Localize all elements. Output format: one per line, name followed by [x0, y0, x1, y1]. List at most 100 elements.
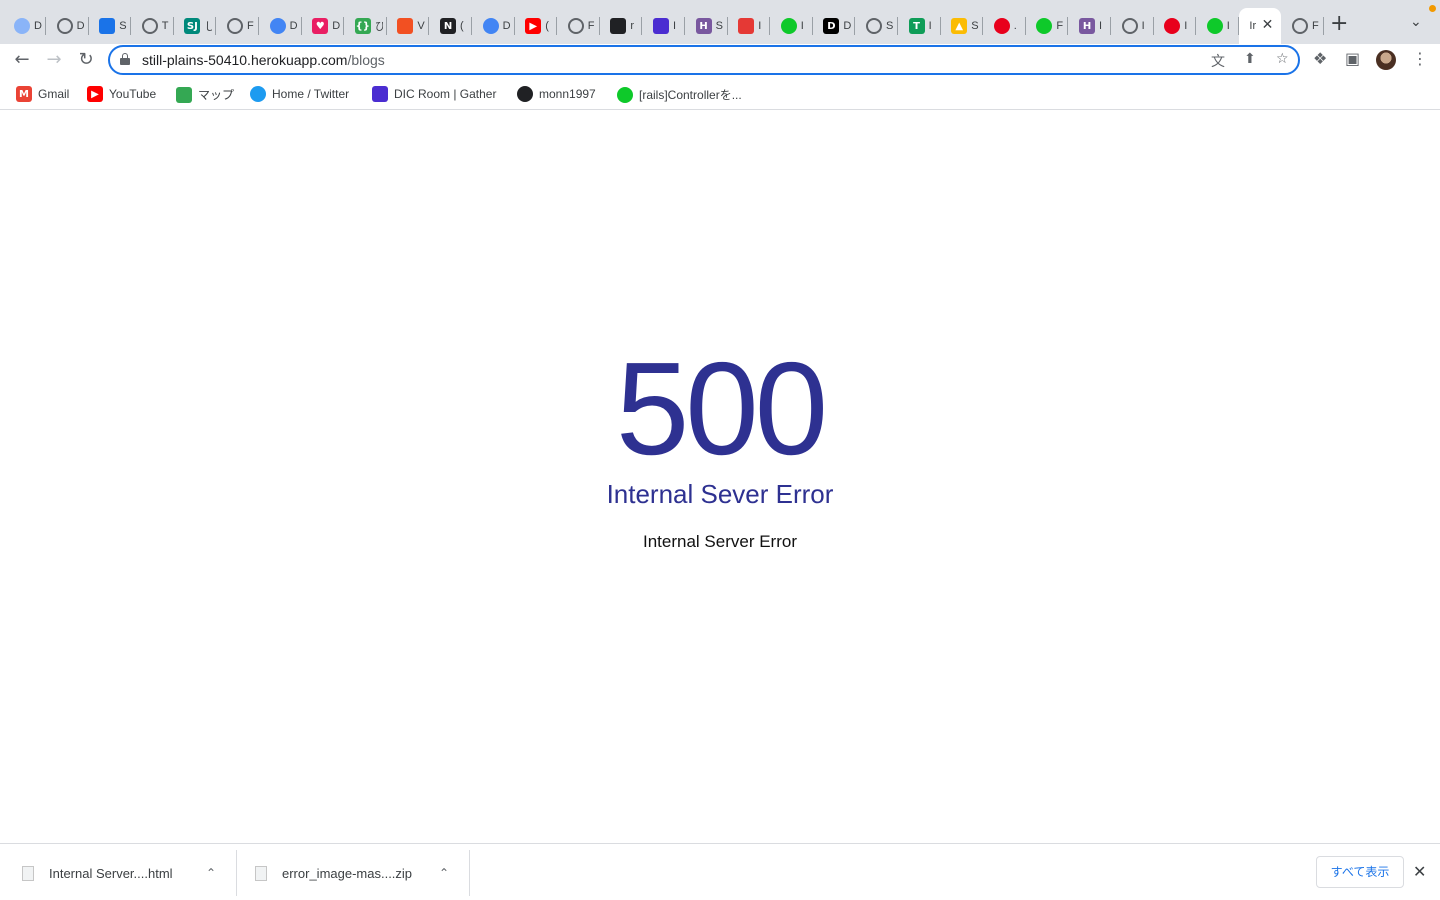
bookmark-label: [rails]Controllerを... [639, 88, 742, 102]
tab[interactable]: D [47, 8, 89, 44]
globe-icon [567, 18, 584, 34]
side-panel-icon[interactable]: ▣ [1345, 49, 1360, 68]
bookmark-item[interactable]: M Gmail [16, 86, 69, 102]
tab[interactable]: ▲ S [941, 8, 984, 44]
lock-icon[interactable] [120, 53, 130, 65]
download-item[interactable]: error_image-mas....zip ⌃ [255, 850, 465, 896]
tab-title: I [1184, 20, 1188, 32]
close-tab-icon[interactable]: ✕ [1262, 17, 1274, 33]
back-arrow-icon[interactable]: ← [11, 49, 33, 71]
download-bar: Internal Server....html ⌃ error_image-ma… [0, 843, 1440, 900]
menu-kebab-icon[interactable]: ⋮ [1412, 49, 1428, 68]
gather-icon [372, 86, 388, 102]
bookmark-item[interactable]: Home / Twitter [250, 86, 349, 102]
tab[interactable]: S [856, 8, 898, 44]
bookmark-label: monn1997 [539, 87, 596, 101]
tab[interactable]: DD [813, 8, 856, 44]
url-path: /blogs [347, 52, 385, 68]
download-filename: Internal Server....html [49, 865, 173, 881]
tab-title: I [673, 20, 677, 32]
tab[interactable]: D [4, 8, 46, 44]
tab[interactable]: I [1154, 8, 1197, 44]
extensions-puzzle-icon[interactable]: ❖ [1313, 49, 1327, 68]
tab[interactable]: I [771, 8, 813, 44]
dic-icon: D [823, 18, 840, 34]
update-indicator-dot [1429, 5, 1436, 12]
download-divider [469, 850, 470, 896]
tab[interactable]: V [387, 8, 430, 44]
tab[interactable]: ♥ D [302, 8, 345, 44]
tab[interactable]: S [89, 8, 132, 44]
show-all-downloads-button[interactable]: すべて表示 [1316, 856, 1404, 888]
tab[interactable]: D [260, 8, 302, 44]
tab-title: ( [460, 20, 464, 32]
tab-active[interactable]: Ir ✕ [1239, 8, 1282, 44]
url-host: still-plains-50410.herokuapp.com [142, 52, 348, 68]
tab-title: I [758, 20, 762, 32]
download-filename: error_image-mas....zip [282, 865, 413, 881]
chevron-up-icon[interactable]: ⌃ [439, 866, 449, 880]
bookmark-label: YouTube [109, 87, 157, 101]
bookmark-star-icon[interactable]: ☆ [1276, 51, 1289, 67]
tab[interactable]: r [600, 8, 643, 44]
chevron-up-icon[interactable]: ⌃ [206, 866, 216, 880]
tab[interactable]: HI [1069, 8, 1111, 44]
tab[interactable]: I [643, 8, 685, 44]
shield-globe-icon [14, 18, 30, 34]
tab-title: I [928, 20, 932, 32]
gmail-icon: M [16, 86, 32, 102]
tab[interactable]: TI [899, 8, 941, 44]
tab[interactable]: SJ し [174, 8, 217, 44]
bookmark-item[interactable]: マップ [176, 86, 234, 103]
tab-title: D [34, 20, 42, 32]
youtube-icon: ▶ [87, 86, 103, 102]
grid-squares-icon [99, 18, 116, 34]
new-tab-button[interactable]: + [1330, 13, 1348, 35]
translate-icon[interactable]: 文 [1211, 51, 1225, 71]
windows-icon [397, 18, 414, 34]
close-icon[interactable]: ✕ [1413, 862, 1426, 881]
braces-icon: {} [354, 18, 371, 34]
bookmark-item[interactable]: monn1997 [517, 86, 596, 102]
error-title: Internal Sever Error [606, 479, 834, 509]
page-content: 500 Internal Sever Error Internal Server… [0, 111, 1440, 843]
tab[interactable]: T [132, 8, 174, 44]
tab[interactable]: F [217, 8, 259, 44]
bookmark-item[interactable]: [rails]Controllerを... [617, 86, 742, 103]
download-item[interactable]: Internal Server....html ⌃ [22, 850, 232, 896]
tab-title: V [417, 20, 425, 32]
tab[interactable]: . [984, 8, 1026, 44]
reload-icon[interactable]: ↻ [75, 49, 97, 71]
tab-title: ( [545, 20, 549, 32]
heroku-icon: H [1079, 18, 1095, 34]
heart-icon: ♥ [312, 18, 329, 34]
share-icon[interactable]: ⬆ [1244, 51, 1256, 67]
tab[interactable]: F [558, 8, 600, 44]
tab[interactable]: {} ひ [345, 8, 387, 44]
tab[interactable]: F [1282, 8, 1324, 44]
tab-title: F [1312, 20, 1319, 32]
tab[interactable]: I [1197, 8, 1239, 44]
forward-arrow-icon[interactable]: → [43, 49, 65, 71]
maps-icon [176, 86, 192, 103]
tab[interactable]: N( [430, 8, 472, 44]
tab-title: S [886, 20, 894, 32]
profile-avatar[interactable] [1376, 50, 1396, 70]
tab[interactable]: F [1026, 8, 1069, 44]
globe-icon [227, 18, 243, 34]
bookmark-item[interactable]: DIC Room | Gather [372, 86, 496, 102]
url-text[interactable]: still-plains-50410.herokuapp.com/blogs [142, 52, 385, 68]
tab-title: I [800, 20, 804, 32]
tab[interactable]: D [473, 8, 515, 44]
globe-icon [866, 18, 882, 34]
tab[interactable]: I [1112, 8, 1154, 44]
tab[interactable]: HS [686, 8, 728, 44]
tab[interactable]: I [728, 8, 771, 44]
twitter-icon [250, 86, 266, 102]
tab-search-chevron-icon[interactable]: ⌄ [1410, 14, 1422, 30]
bookmark-item[interactable]: ▶ YouTube [87, 86, 156, 102]
gem-icon [482, 18, 499, 34]
tab[interactable]: ▶( [515, 8, 558, 44]
tab-separator [1323, 17, 1324, 35]
address-bar[interactable]: still-plains-50410.herokuapp.com/blogs 文… [108, 45, 1300, 75]
